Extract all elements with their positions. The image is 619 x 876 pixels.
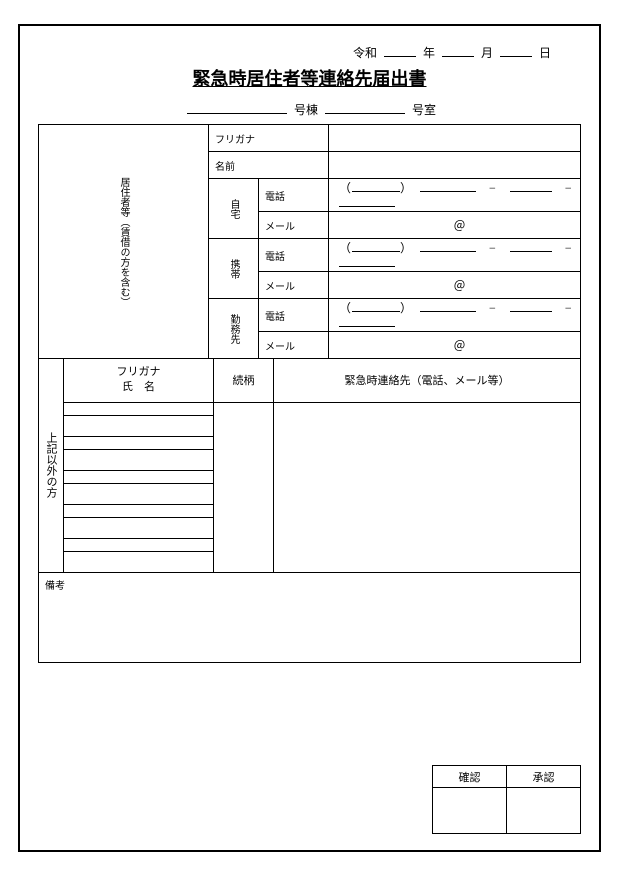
room-label: 号室: [412, 103, 436, 117]
name-label: 名前: [209, 152, 329, 179]
check-stamp-field[interactable]: [433, 788, 507, 834]
mobile-phone-field[interactable]: （） − −: [329, 239, 581, 272]
home-phone-label: 電話: [259, 179, 329, 212]
building-blank[interactable]: [187, 102, 287, 114]
other-contact-col[interactable]: [274, 402, 581, 572]
month-blank[interactable]: [442, 45, 474, 57]
notes-cell[interactable]: 備考: [39, 573, 581, 663]
resident-side-label: 居住者等（賃借の方を含む）: [39, 125, 209, 359]
other-name-5[interactable]: [64, 538, 214, 572]
work-phone-field[interactable]: （） − −: [329, 299, 581, 332]
mobile-mail-label: メール: [259, 272, 329, 299]
home-phone-field[interactable]: （） − −: [329, 179, 581, 212]
day-blank[interactable]: [500, 45, 532, 57]
approve-header: 承認: [507, 766, 581, 788]
furigana-field[interactable]: [329, 125, 581, 152]
form-title: 緊急時居住者等連絡先届出書: [38, 65, 581, 91]
others-name-header: フリガナ 氏 名: [64, 359, 214, 402]
home-mail-label: メール: [259, 212, 329, 239]
work-mail-label: メール: [259, 332, 329, 359]
year-blank[interactable]: [384, 45, 416, 57]
other-name-2[interactable]: [64, 436, 214, 470]
era-label: 令和: [353, 46, 377, 60]
work-label: 勤務先: [209, 299, 259, 359]
mobile-phone-label: 電話: [259, 239, 329, 272]
notes-table: 備考: [38, 573, 581, 664]
other-relation-col[interactable]: [214, 402, 274, 572]
mobile-label: 携帯: [209, 239, 259, 299]
room-blank[interactable]: [325, 102, 405, 114]
year-label: 年: [423, 46, 435, 60]
home-label: 自宅: [209, 179, 259, 239]
approve-stamp-field[interactable]: [507, 788, 581, 834]
name-field[interactable]: [329, 152, 581, 179]
others-side-label: 上記以外の方: [39, 359, 64, 572]
others-contact-header: 緊急時連絡先（電話、メール等）: [274, 359, 581, 402]
building-label: 号棟: [294, 103, 318, 117]
home-mail-field[interactable]: ＠: [329, 212, 581, 239]
approval-box: 確認 承認: [432, 765, 581, 834]
others-relation-header: 続柄: [214, 359, 274, 402]
work-phone-label: 電話: [259, 299, 329, 332]
other-name-3[interactable]: [64, 470, 214, 504]
resident-table: 居住者等（賃借の方を含む） フリガナ 名前 自宅 電話 （） − − メール ＠…: [38, 124, 581, 359]
other-name-1[interactable]: [64, 402, 214, 436]
notes-label: 備考: [45, 581, 65, 592]
mobile-mail-field[interactable]: ＠: [329, 272, 581, 299]
other-name-4[interactable]: [64, 504, 214, 538]
month-label: 月: [481, 46, 493, 60]
check-header: 確認: [433, 766, 507, 788]
others-table: 上記以外の方 フリガナ 氏 名 続柄 緊急時連絡先（電話、メール等）: [38, 359, 581, 573]
work-mail-field[interactable]: ＠: [329, 332, 581, 359]
day-label: 日: [539, 46, 551, 60]
furigana-label: フリガナ: [209, 125, 329, 152]
date-line: 令和 年 月 日: [38, 44, 581, 61]
unit-line: 号棟 号室: [38, 101, 581, 118]
